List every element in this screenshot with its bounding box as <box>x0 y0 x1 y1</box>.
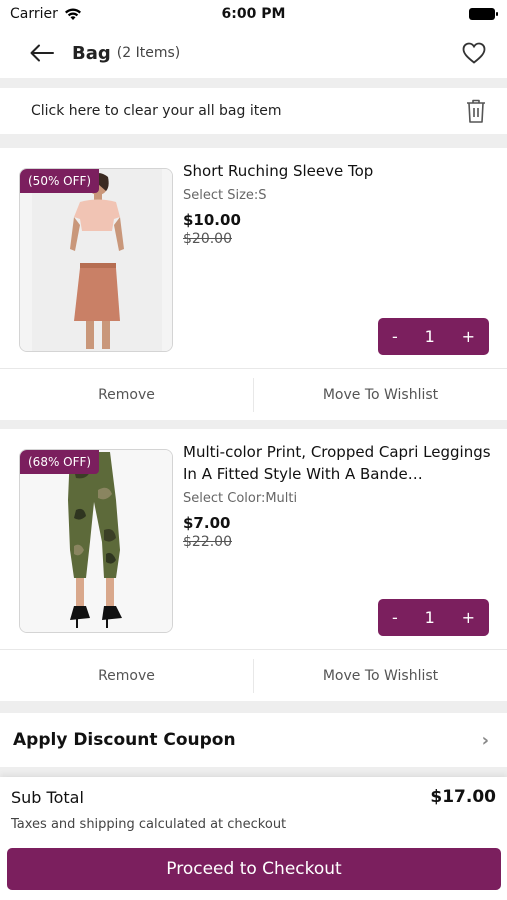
product-info: Short Ruching Sleeve Top Select Size:S $… <box>183 160 497 247</box>
product-image[interactable]: (68% OFF) <box>19 449 173 633</box>
coupon-label: Apply Discount Coupon <box>13 730 236 750</box>
app-header: Bag (2 Items) <box>0 28 507 78</box>
product-photo-top <box>20 169 172 351</box>
increase-quantity-button[interactable]: + <box>462 608 475 627</box>
quantity-value: 1 <box>424 327 435 346</box>
quantity-value: 1 <box>424 608 435 627</box>
page-title: Bag <box>72 42 111 64</box>
discount-badge: (68% OFF) <box>20 450 100 474</box>
battery-icon <box>469 8 498 20</box>
move-to-wishlist-button[interactable]: Move To Wishlist <box>254 387 507 403</box>
remove-button[interactable]: Remove <box>0 668 253 684</box>
item-actions: Remove Move To Wishlist <box>0 649 507 701</box>
status-left: Carrier <box>10 6 82 22</box>
quantity-stepper: - 1 + <box>378 599 489 636</box>
decrease-quantity-button[interactable]: - <box>392 327 398 346</box>
product-name[interactable]: Short Ruching Sleeve Top <box>183 160 497 182</box>
product-name[interactable]: Multi-color Print, Cropped Capri Legging… <box>183 441 497 485</box>
product-image[interactable]: (50% OFF) <box>19 168 173 352</box>
increase-quantity-button[interactable]: + <box>462 327 475 346</box>
chevron-right-icon: › <box>481 729 489 751</box>
product-variant: Select Size:S <box>183 188 267 203</box>
wifi-icon <box>64 8 81 20</box>
bag-item-card: (50% OFF) Short Ruching Sleeve Top Selec… <box>0 148 507 420</box>
subtotal-label: Sub Total <box>11 787 84 807</box>
trash-icon[interactable] <box>465 98 487 124</box>
tax-note: Taxes and shipping calculated at checkou… <box>11 817 287 832</box>
product-photo-leggings <box>20 450 172 632</box>
wishlist-heart-icon[interactable] <box>461 41 487 65</box>
proceed-to-checkout-button[interactable]: Proceed to Checkout <box>7 848 501 890</box>
product-old-price: $20.00 <box>183 231 232 247</box>
subtotal-row: Sub Total $17.00 <box>0 777 507 807</box>
product-info: Multi-color Print, Cropped Capri Legging… <box>183 441 497 550</box>
subtotal-value: $17.00 <box>430 787 496 807</box>
product-price: $10.00 <box>183 211 241 229</box>
clear-bag-row[interactable]: Click here to clear your all bag item <box>0 88 507 134</box>
product-price: $7.00 <box>183 514 231 532</box>
clear-bag-label: Click here to clear your all bag item <box>31 103 282 119</box>
carrier-label: Carrier <box>10 6 58 22</box>
item-count: (2 Items) <box>116 45 181 61</box>
product-variant: Select Color:Multi <box>183 491 298 506</box>
decrease-quantity-button[interactable]: - <box>392 608 398 627</box>
status-bar: Carrier 6:00 PM <box>0 0 507 28</box>
apply-coupon-row[interactable]: Apply Discount Coupon › <box>0 713 507 767</box>
product-old-price: $22.00 <box>183 534 232 550</box>
remove-button[interactable]: Remove <box>0 387 253 403</box>
bag-item-card: (68% OFF) Multi-color Print, Cropped Cap… <box>0 429 507 701</box>
item-actions: Remove Move To Wishlist <box>0 368 507 420</box>
back-arrow-icon[interactable] <box>30 43 56 63</box>
quantity-stepper: - 1 + <box>378 318 489 355</box>
discount-badge: (50% OFF) <box>20 169 100 193</box>
checkout-footer: Sub Total $17.00 Taxes and shipping calc… <box>0 777 507 900</box>
move-to-wishlist-button[interactable]: Move To Wishlist <box>254 668 507 684</box>
